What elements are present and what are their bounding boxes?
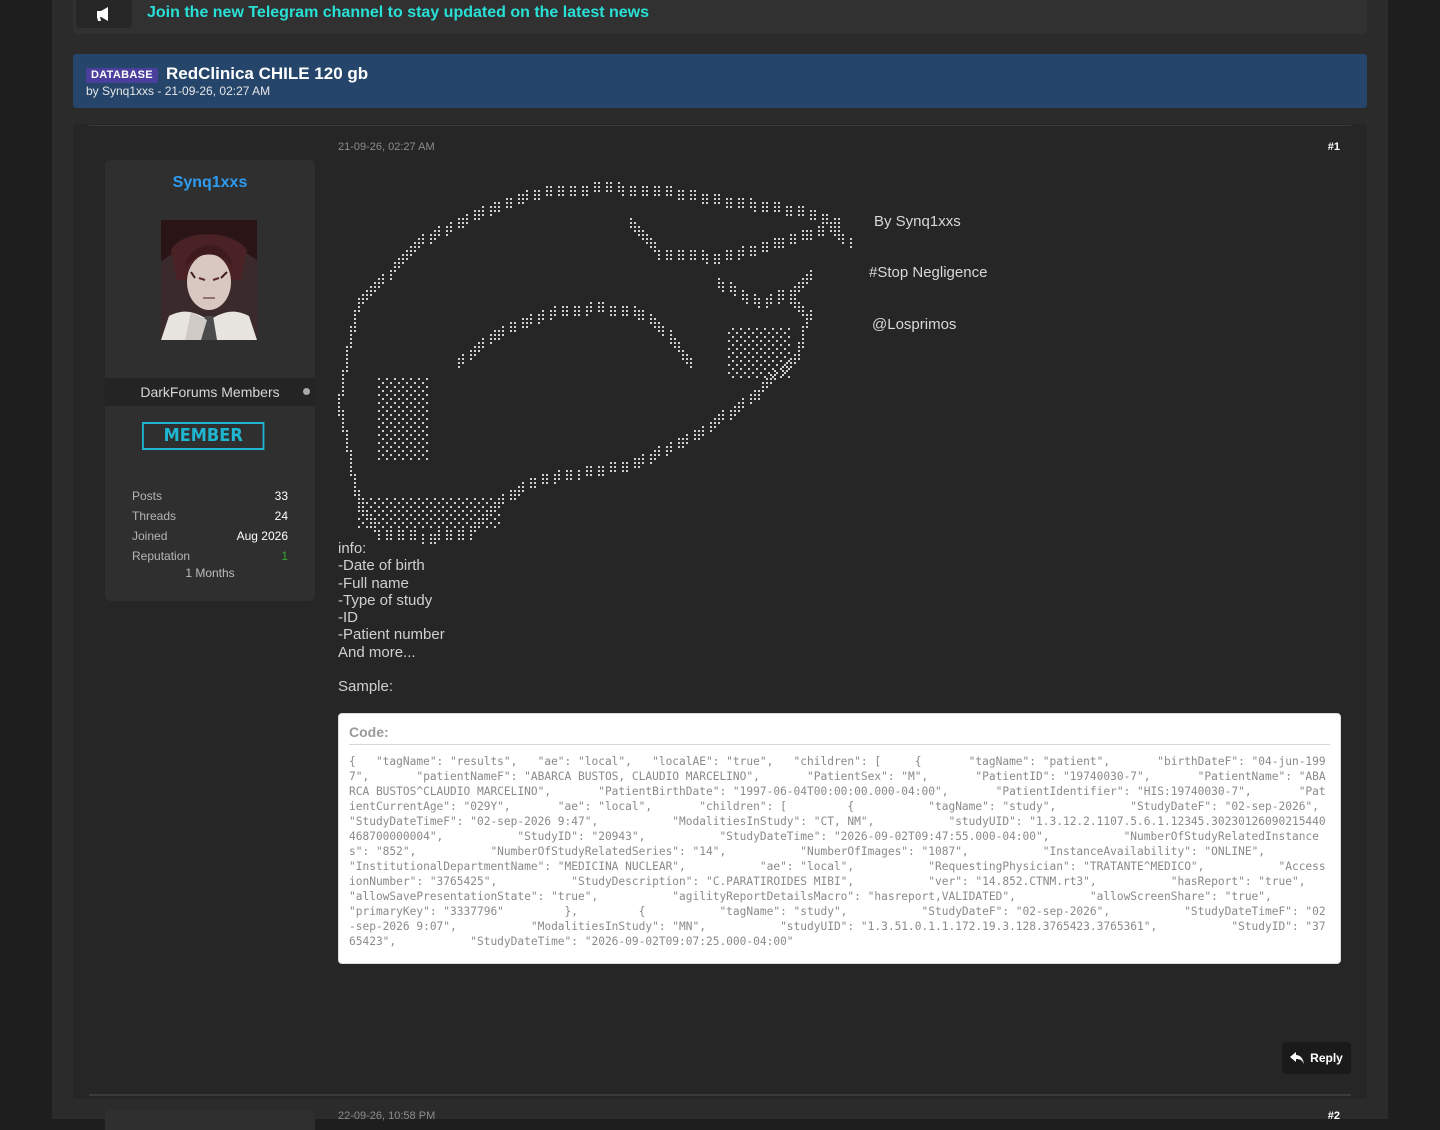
avatar[interactable] <box>161 220 257 340</box>
stat-row-reputation: Reputation 1 <box>132 546 288 566</box>
post-info-list: info: -Date of birth -Full name -Type of st… <box>338 540 445 696</box>
info-line <box>338 661 445 678</box>
stat-row-posts: Posts 33 <box>132 486 288 506</box>
thread-meta: by Synq1xxs - 21-09-26, 02:27 AM <box>86 84 271 98</box>
membership-duration: 1 Months <box>185 566 235 580</box>
stat-row-joined: Joined Aug 2026 <box>132 526 288 546</box>
signature-hashtag: #Stop Negligence <box>869 264 988 281</box>
author-stats: Posts 33 Threads 24 Joined Aug 2026 Repu… <box>132 486 288 580</box>
divider <box>89 125 1351 126</box>
info-line: -Type of study <box>338 591 433 609</box>
info-line: And more... <box>338 643 416 661</box>
info-line: -ID <box>338 609 358 627</box>
stat-label: Posts <box>132 489 163 503</box>
reply-arrow-icon <box>1290 1052 1305 1064</box>
post-number-link[interactable]: #1 <box>1328 141 1340 153</box>
offline-status-dot <box>303 388 310 395</box>
next-post-number-link[interactable]: #2 <box>1328 1110 1340 1122</box>
author-card: Synq1xxs DarkForums Members MEMBER Posts… <box>105 160 315 601</box>
signature-handle: @Losprimos <box>872 316 957 333</box>
code-title: Code: <box>349 724 389 740</box>
info-line: -Date of birth <box>338 557 425 575</box>
info-line: -Patient number <box>338 626 445 644</box>
stat-value[interactable]: 1 <box>281 546 288 566</box>
announcement-bar[interactable]: Join the new Telegram channel to stay up… <box>73 0 1367 34</box>
usergroup-text: DarkForums Members <box>140 384 280 400</box>
thread-title: RedClinica CHILE 120 gb <box>166 64 369 83</box>
stat-label: Threads <box>132 509 177 523</box>
stat-row-threads: Threads 24 <box>132 506 288 526</box>
code-content[interactable]: { "tagName": "results", "ae": "local", "… <box>349 754 1330 955</box>
stat-label: Reputation <box>132 549 191 563</box>
info-line: -Full name <box>338 574 409 592</box>
stat-label: Joined <box>132 529 168 543</box>
stat-value[interactable]: 24 <box>275 506 288 526</box>
ascii-skull-art <box>338 182 852 544</box>
stat-value: Aug 2026 <box>236 529 288 543</box>
member-rank-badge: MEMBER <box>142 422 265 450</box>
info-line: info: <box>338 540 367 557</box>
post-date: 21-09-26, 02:27 AM <box>338 141 435 153</box>
thread-prefix-badge: DATABASE <box>86 68 158 83</box>
signature-author: By Synq1xxs <box>874 213 961 230</box>
megaphone-icon <box>76 0 132 28</box>
stat-value[interactable]: 33 <box>275 486 288 506</box>
usergroup-label: DarkForums Members <box>105 378 315 406</box>
author-username[interactable]: Synq1xxs <box>105 174 315 192</box>
announcement-text[interactable]: Join the new Telegram channel to stay up… <box>147 4 649 22</box>
code-block: Code: { "tagName": "results", "ae": "loc… <box>338 713 1341 964</box>
reply-button[interactable]: Reply <box>1282 1042 1351 1074</box>
thread-header: DATABASE RedClinica CHILE 120 gb by Synq… <box>73 54 1367 108</box>
divider <box>89 1094 1351 1096</box>
divider <box>349 744 1330 745</box>
reply-label: Reply <box>1310 1051 1343 1065</box>
next-post-date: 22-09-26, 10:58 PM <box>338 1110 436 1122</box>
next-author-card <box>105 1110 315 1130</box>
info-line: Sample: <box>338 678 394 696</box>
